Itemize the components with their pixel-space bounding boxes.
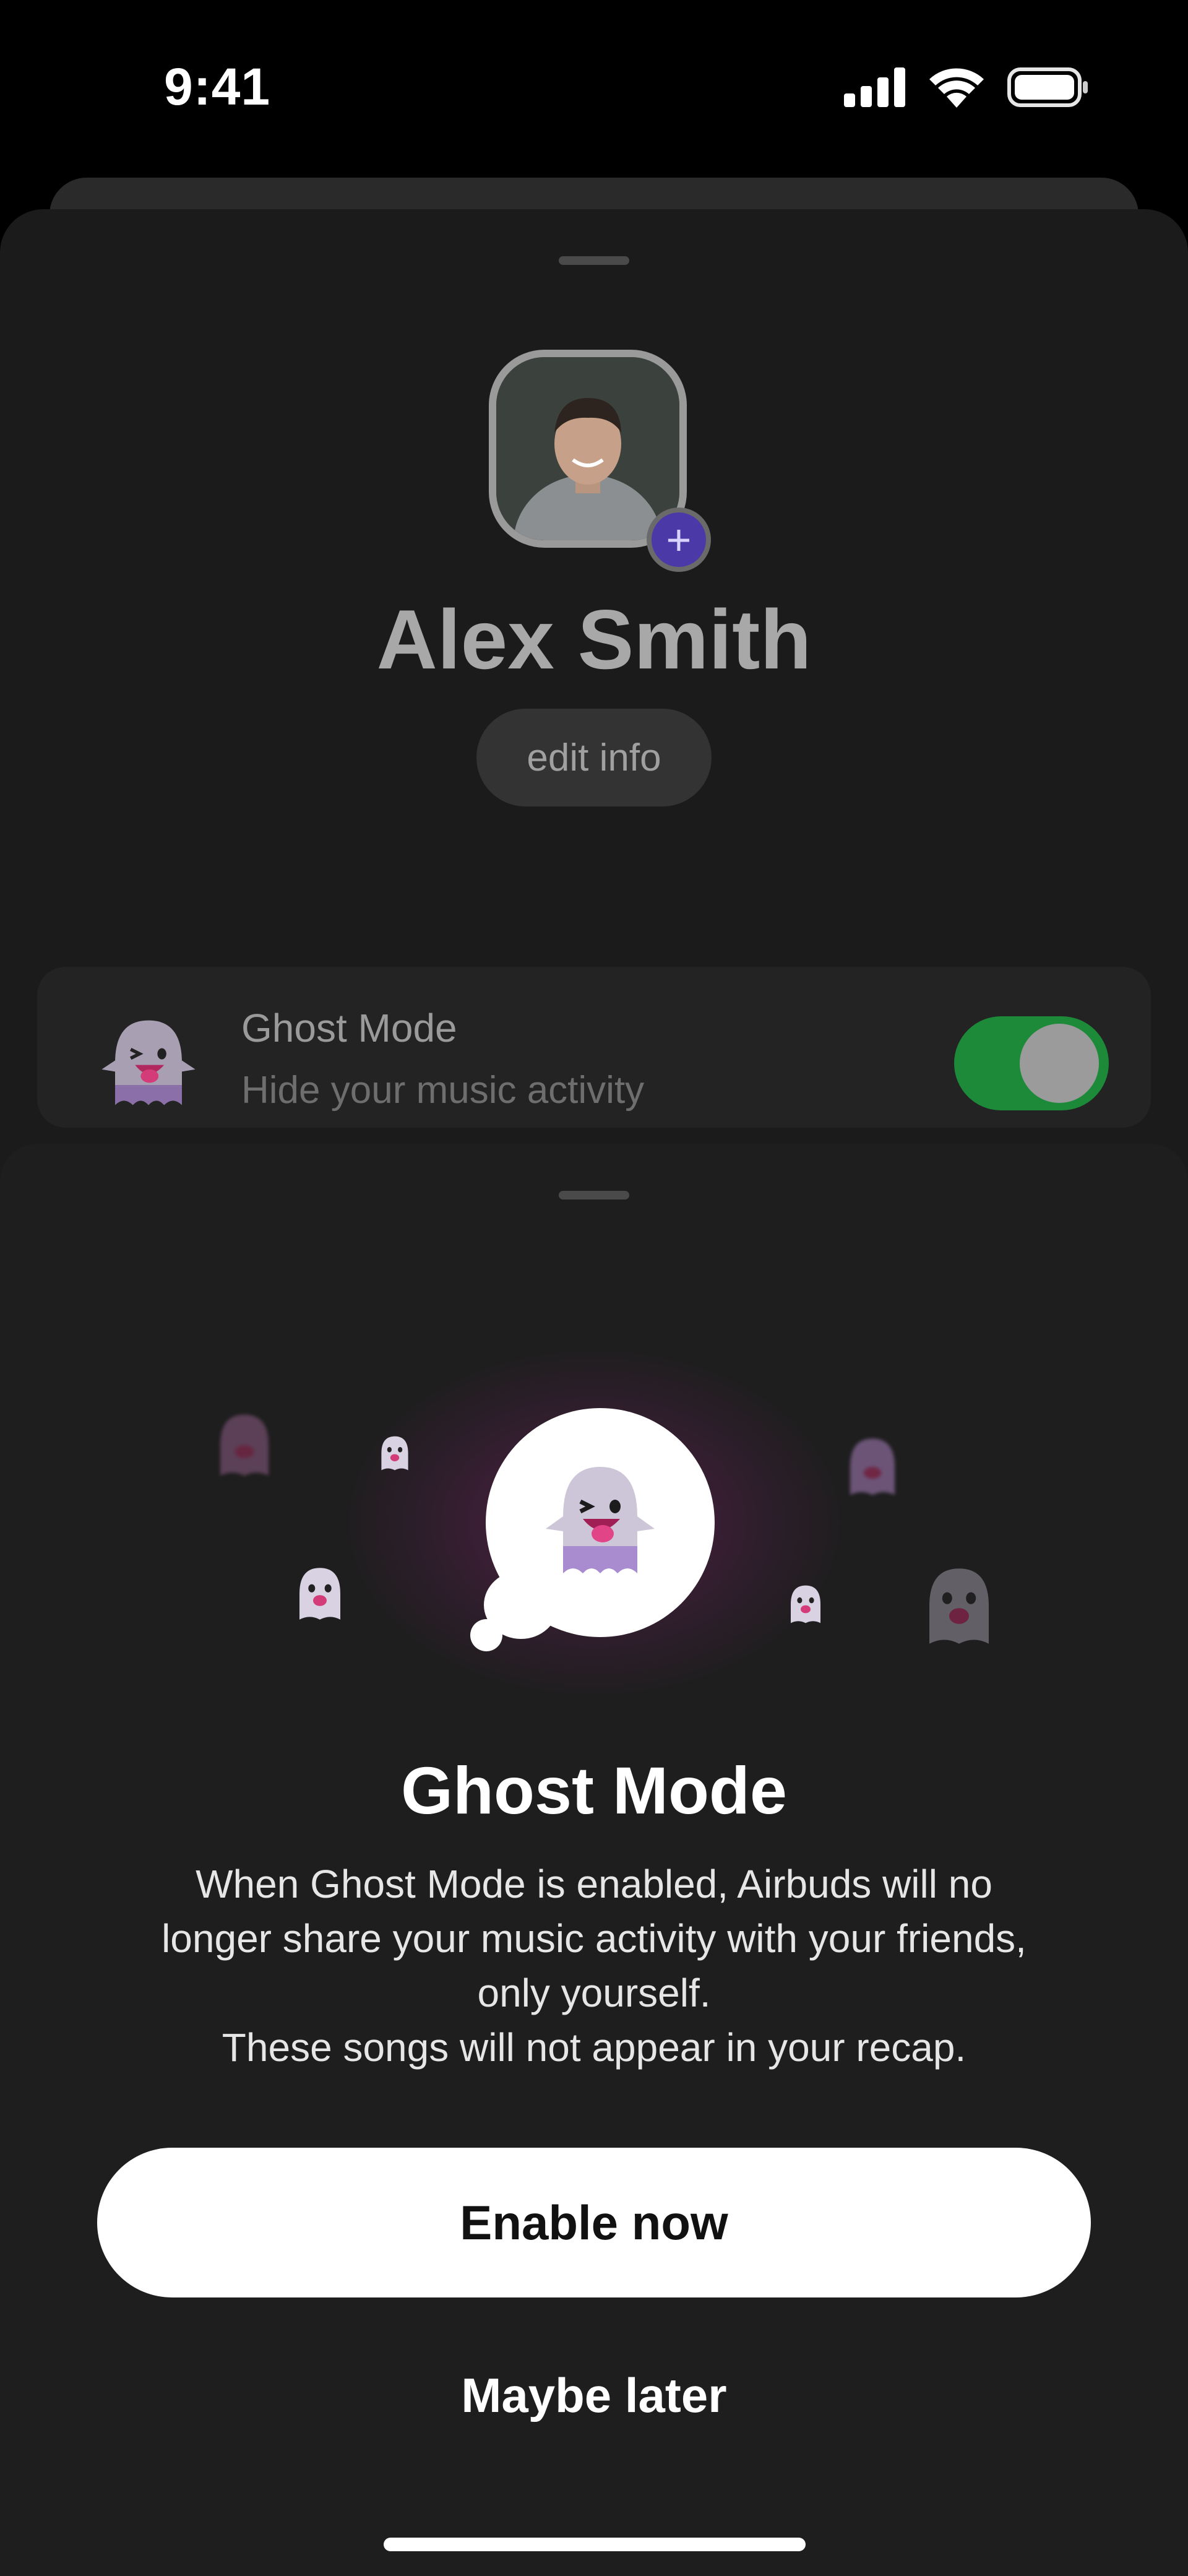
- home-indicator[interactable]: [384, 2538, 806, 2551]
- add-photo-button[interactable]: +: [647, 508, 711, 572]
- floating-ghost-icon: [929, 1568, 989, 1644]
- modal-title: Ghost Mode: [401, 1753, 787, 1828]
- modal-body-line: longer share your music activity with yo…: [161, 1916, 1027, 1961]
- profile-sheet-grabber[interactable]: [559, 256, 629, 265]
- profile-name: Alex Smith: [376, 592, 812, 686]
- floating-ghost-icon: [299, 1568, 340, 1620]
- modal-grabber[interactable]: [559, 1191, 629, 1199]
- modal-body-line: When Ghost Mode is enabled, Airbuds will…: [196, 1862, 992, 1906]
- floating-ghost-icon: [850, 1438, 895, 1495]
- status-icons: [844, 67, 1089, 108]
- battery-icon: [1007, 67, 1088, 107]
- maybe-later-button[interactable]: Maybe later: [0, 2367, 1188, 2424]
- hero-ghost-icon: [546, 1467, 655, 1573]
- ghost-icon: [93, 1007, 204, 1122]
- edit-info-button[interactable]: edit info: [476, 709, 712, 806]
- avatar-container[interactable]: +: [489, 350, 711, 572]
- bubble-tail-dot: [470, 1619, 502, 1651]
- modal-body-line: These songs will not appear in your reca…: [222, 2025, 966, 2070]
- toggle-knob: [1020, 1024, 1099, 1103]
- status-time: 9:41: [164, 58, 271, 116]
- ghost-mode-toggle[interactable]: [954, 1016, 1109, 1110]
- avatar-photo: [496, 357, 679, 540]
- ghost-mode-subtitle: Hide your music activity: [241, 1069, 645, 1112]
- wifi-icon: [929, 68, 984, 108]
- status-bar: 9:41: [0, 0, 1188, 179]
- plus-icon: +: [666, 516, 692, 564]
- floating-ghost-icon: [381, 1436, 408, 1471]
- ghost-mode-card[interactable]: Ghost Mode Hide your music activity: [37, 967, 1151, 1128]
- modal-body-line: only yourself.: [477, 1971, 711, 2015]
- enable-now-button[interactable]: Enable now: [97, 2148, 1091, 2297]
- modal-body: When Ghost Mode is enabled, Airbuds will…: [87, 1857, 1101, 2075]
- floating-ghost-icon: [220, 1414, 269, 1476]
- floating-ghost-icon: [791, 1585, 820, 1623]
- signal-icon: [844, 67, 905, 107]
- ghost-mode-title: Ghost Mode: [241, 1006, 457, 1050]
